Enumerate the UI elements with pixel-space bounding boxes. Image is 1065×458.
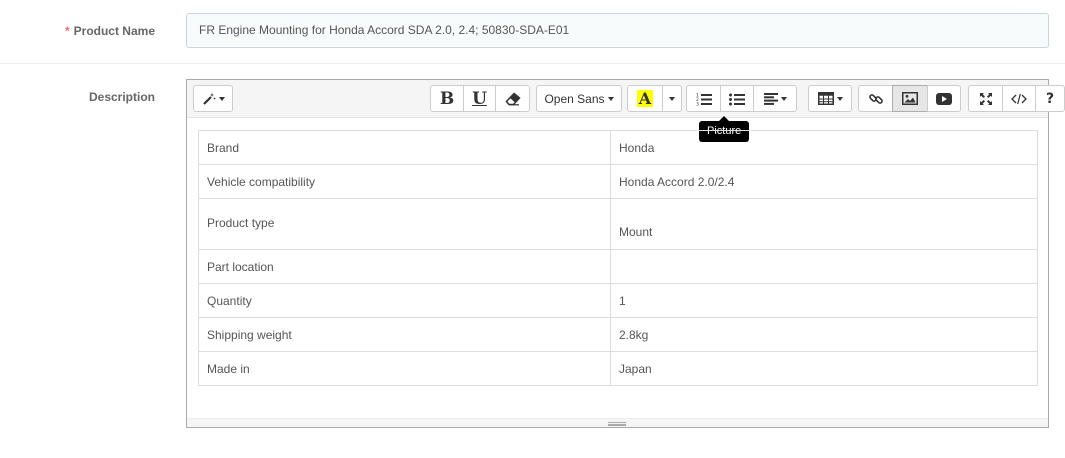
resize-grip-icon[interactable]	[608, 422, 626, 426]
font-name-group: Open Sans	[536, 85, 622, 112]
table-cell-value[interactable]: 1	[610, 283, 1038, 318]
paragraph-group: 123	[686, 85, 797, 112]
font-name-button[interactable]: Open Sans	[536, 85, 622, 112]
font-name-label: Open Sans	[544, 91, 605, 106]
table-cell-key[interactable]: Vehicle compatibility	[198, 164, 611, 199]
table-row: Quantity 1	[198, 283, 1038, 318]
ordered-list-icon: 123	[696, 92, 712, 106]
view-group: ?	[968, 85, 1065, 112]
table-cell-value[interactable]: Honda Accord 2.0/2.4	[610, 164, 1038, 199]
fullscreen-icon	[979, 92, 993, 106]
picture-icon	[902, 92, 918, 105]
style-button[interactable]	[193, 85, 233, 112]
editor-toolbar: B U Open Sans A 1 2 3 ?	[187, 80, 1065, 118]
magic-wand-icon	[202, 92, 216, 106]
picture-button[interactable]	[892, 85, 928, 112]
product-name-input[interactable]: FR Engine Mounting for Honda Accord SDA …	[186, 13, 1049, 48]
table-cell-key[interactable]: Part location	[198, 249, 611, 284]
table-cell-value[interactable]: Honda	[610, 130, 1038, 165]
table-cell-key[interactable]: Product type	[198, 198, 611, 250]
align-button[interactable]	[753, 85, 797, 112]
video-icon	[936, 92, 952, 105]
editor-statusbar	[187, 418, 1048, 427]
style-group	[193, 85, 233, 112]
table-row: Product type Mount	[198, 198, 1038, 250]
table-button[interactable]	[808, 85, 852, 112]
product-name-label: * Product Name	[65, 24, 155, 38]
table-row: Vehicle compatibility Honda Accord 2.0/2…	[198, 164, 1038, 199]
eraser-icon	[504, 91, 521, 106]
table-row: Part location	[198, 249, 1038, 284]
table-group	[808, 85, 852, 112]
table-cell-key[interactable]: Made in	[198, 351, 611, 386]
table-cell-key[interactable]: Quantity	[198, 283, 611, 318]
color-group: A	[627, 85, 682, 112]
underline-button[interactable]: U	[463, 85, 496, 112]
bold-button[interactable]: B	[430, 85, 464, 112]
spec-table: Brand Honda Vehicle compatibility Honda …	[198, 130, 1038, 386]
table-row: Brand Honda	[198, 130, 1038, 165]
product-name-label-text: Product Name	[73, 24, 155, 38]
table-cell-value[interactable]: Japan	[610, 351, 1038, 386]
table-cell-key[interactable]: Brand	[198, 130, 611, 165]
link-icon	[868, 91, 884, 107]
code-view-icon	[1011, 93, 1027, 105]
table-cell-value[interactable]	[610, 249, 1038, 284]
table-row: Shipping weight 2.8kg	[198, 317, 1038, 352]
fullscreen-button[interactable]	[968, 85, 1003, 112]
video-button[interactable]	[927, 85, 961, 112]
table-row: Made in Japan	[198, 351, 1038, 386]
product-name-row: * Product Name FR Engine Mounting for Hon…	[0, 0, 1065, 64]
font-style-group: B U	[430, 85, 530, 112]
align-icon	[763, 92, 778, 105]
required-mark: *	[64, 24, 70, 38]
table-cell-value[interactable]: Mount	[610, 198, 1038, 250]
table-cell-value[interactable]: 2.8kg	[610, 317, 1038, 352]
link-button[interactable]	[858, 85, 893, 112]
table-icon	[817, 92, 834, 105]
description-label: Description	[88, 90, 155, 104]
code-view-button[interactable]	[1002, 85, 1036, 112]
ordered-list-button[interactable]: 123	[686, 85, 721, 112]
insert-group	[858, 85, 961, 112]
table-cell-key[interactable]: Shipping weight	[198, 317, 611, 352]
description-row: Description B U Open Sans A 1 2 3 ? Pict…	[0, 64, 1065, 458]
unordered-list-icon	[729, 92, 745, 106]
svg-text:3: 3	[696, 101, 699, 106]
eraser-button[interactable]	[495, 85, 530, 112]
unordered-list-button[interactable]	[720, 85, 754, 112]
color-swatch: A	[636, 89, 654, 108]
help-button[interactable]: ?	[1035, 85, 1065, 112]
color-dropdown-button[interactable]	[662, 85, 682, 112]
recent-color-button[interactable]: A	[627, 85, 663, 112]
rich-text-editor: B U Open Sans A 1 2 3 ? Picture Brand Ho…	[186, 79, 1065, 428]
